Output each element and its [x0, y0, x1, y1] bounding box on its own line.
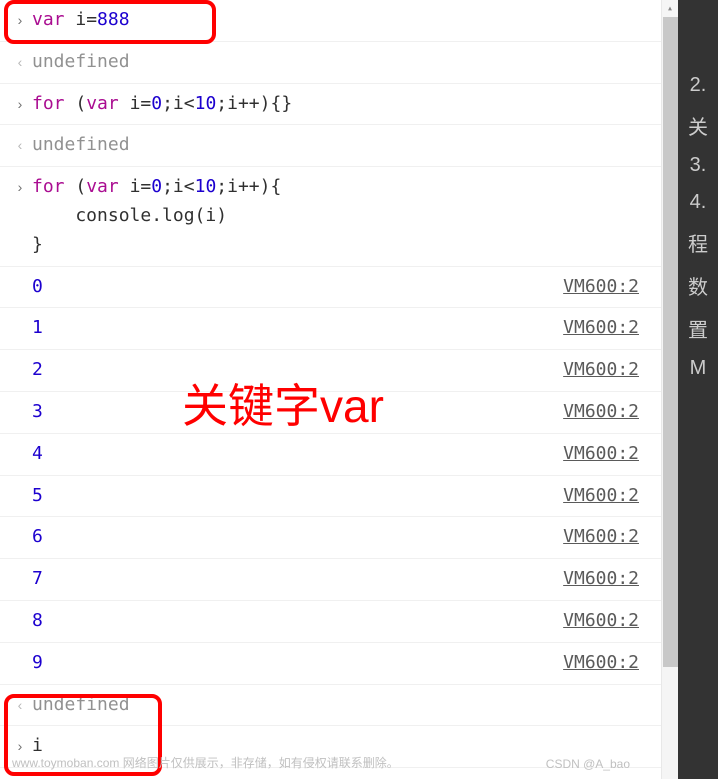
console-row: ›var i=888: [0, 0, 661, 42]
console-row: ‹undefined: [0, 125, 661, 167]
source-link[interactable]: VM600:2: [563, 523, 657, 552]
source-link[interactable]: VM600:2: [563, 607, 657, 636]
console-row: ›for (var i=0;i<10;i++){ console.log(i) …: [0, 167, 661, 266]
log-marker: [8, 649, 32, 652]
input-marker-icon: ›: [8, 6, 32, 31]
console-line-content: undefined: [32, 48, 657, 77]
log-marker: [8, 356, 32, 359]
input-marker-icon: ›: [8, 90, 32, 115]
source-link[interactable]: VM600:2: [563, 440, 657, 469]
console-line-content: 9: [32, 649, 563, 678]
log-marker: [8, 607, 32, 610]
log-marker: [8, 314, 32, 317]
input-marker-icon: ›: [8, 173, 32, 198]
scroll-arrow-up-icon[interactable]: ▴: [662, 0, 678, 17]
console-line-content: 7: [32, 565, 563, 594]
console-line-content: 3: [32, 398, 563, 427]
console-row: ‹undefined: [0, 685, 661, 727]
console-row: ›for (var i=0;i<10;i++){}: [0, 84, 661, 126]
console-line-content: 2: [32, 356, 563, 385]
console-line-content: for (var i=0;i<10;i++){}: [32, 90, 657, 119]
console-line-content: 6: [32, 523, 563, 552]
sidebar-item[interactable]: 4.: [678, 191, 718, 214]
log-marker: [8, 482, 32, 485]
console-pane: ›var i=888‹undefined›for (var i=0;i<10;i…: [0, 0, 678, 779]
console-row: 0VM600:2: [0, 267, 661, 309]
log-marker: [8, 523, 32, 526]
console-row: 3VM600:2: [0, 392, 661, 434]
console-row: 7VM600:2: [0, 559, 661, 601]
console-row: 8VM600:2: [0, 601, 661, 643]
console-row: 6VM600:2: [0, 517, 661, 559]
sidebar-item[interactable]: 数: [678, 271, 718, 300]
scroll-thumb[interactable]: [663, 17, 678, 667]
source-link[interactable]: VM600:2: [563, 482, 657, 511]
dark-sidebar: 2. 关 3. 4. 程数置M: [678, 0, 718, 779]
sidebar-item[interactable]: 程: [678, 228, 718, 257]
log-marker: [8, 273, 32, 276]
log-marker: [8, 440, 32, 443]
source-link[interactable]: VM600:2: [563, 273, 657, 302]
source-link[interactable]: VM600:2: [563, 649, 657, 678]
scrollbar[interactable]: ▴: [661, 0, 678, 779]
watermark-right: CSDN @A_bao: [546, 757, 630, 771]
console-line-content: 10: [32, 774, 657, 779]
output-marker-icon: ‹: [8, 774, 32, 779]
console-line-content: 5: [32, 482, 563, 511]
sidebar-item[interactable]: 2.: [678, 74, 718, 97]
source-link[interactable]: VM600:2: [563, 314, 657, 343]
watermark-left: www.toymoban.com 网络图片仅供展示，非存储，如有侵权请联系删除。: [12, 754, 399, 771]
console-row: 5VM600:2: [0, 476, 661, 518]
console-row: 9VM600:2: [0, 643, 661, 685]
source-link[interactable]: VM600:2: [563, 356, 657, 385]
sidebar-item[interactable]: 关: [678, 111, 718, 140]
console-line-content: undefined: [32, 691, 657, 720]
console-line-content: var i=888: [32, 6, 657, 35]
sidebar-item[interactable]: M: [678, 357, 718, 380]
console-line-content: 8: [32, 607, 563, 636]
log-marker: [8, 565, 32, 568]
console-row: 4VM600:2: [0, 434, 661, 476]
console-row: 1VM600:2: [0, 308, 661, 350]
console-row: 2VM600:2: [0, 350, 661, 392]
output-marker-icon: ‹: [8, 691, 32, 716]
console-line-content: 0: [32, 273, 563, 302]
console-row: ‹undefined: [0, 42, 661, 84]
console-line-content: for (var i=0;i<10;i++){ console.log(i) }: [32, 173, 657, 259]
source-link[interactable]: VM600:2: [563, 398, 657, 427]
console-line-content: 1: [32, 314, 563, 343]
sidebar-item[interactable]: 置: [678, 314, 718, 343]
sidebar-item[interactable]: 3.: [678, 154, 718, 177]
console-line-content: undefined: [32, 131, 657, 160]
output-marker-icon: ‹: [8, 48, 32, 73]
console-content[interactable]: ›var i=888‹undefined›for (var i=0;i<10;i…: [0, 0, 661, 779]
output-marker-icon: ‹: [8, 131, 32, 156]
log-marker: [8, 398, 32, 401]
console-line-content: 4: [32, 440, 563, 469]
source-link[interactable]: VM600:2: [563, 565, 657, 594]
main-container: ›var i=888‹undefined›for (var i=0;i<10;i…: [0, 0, 718, 779]
